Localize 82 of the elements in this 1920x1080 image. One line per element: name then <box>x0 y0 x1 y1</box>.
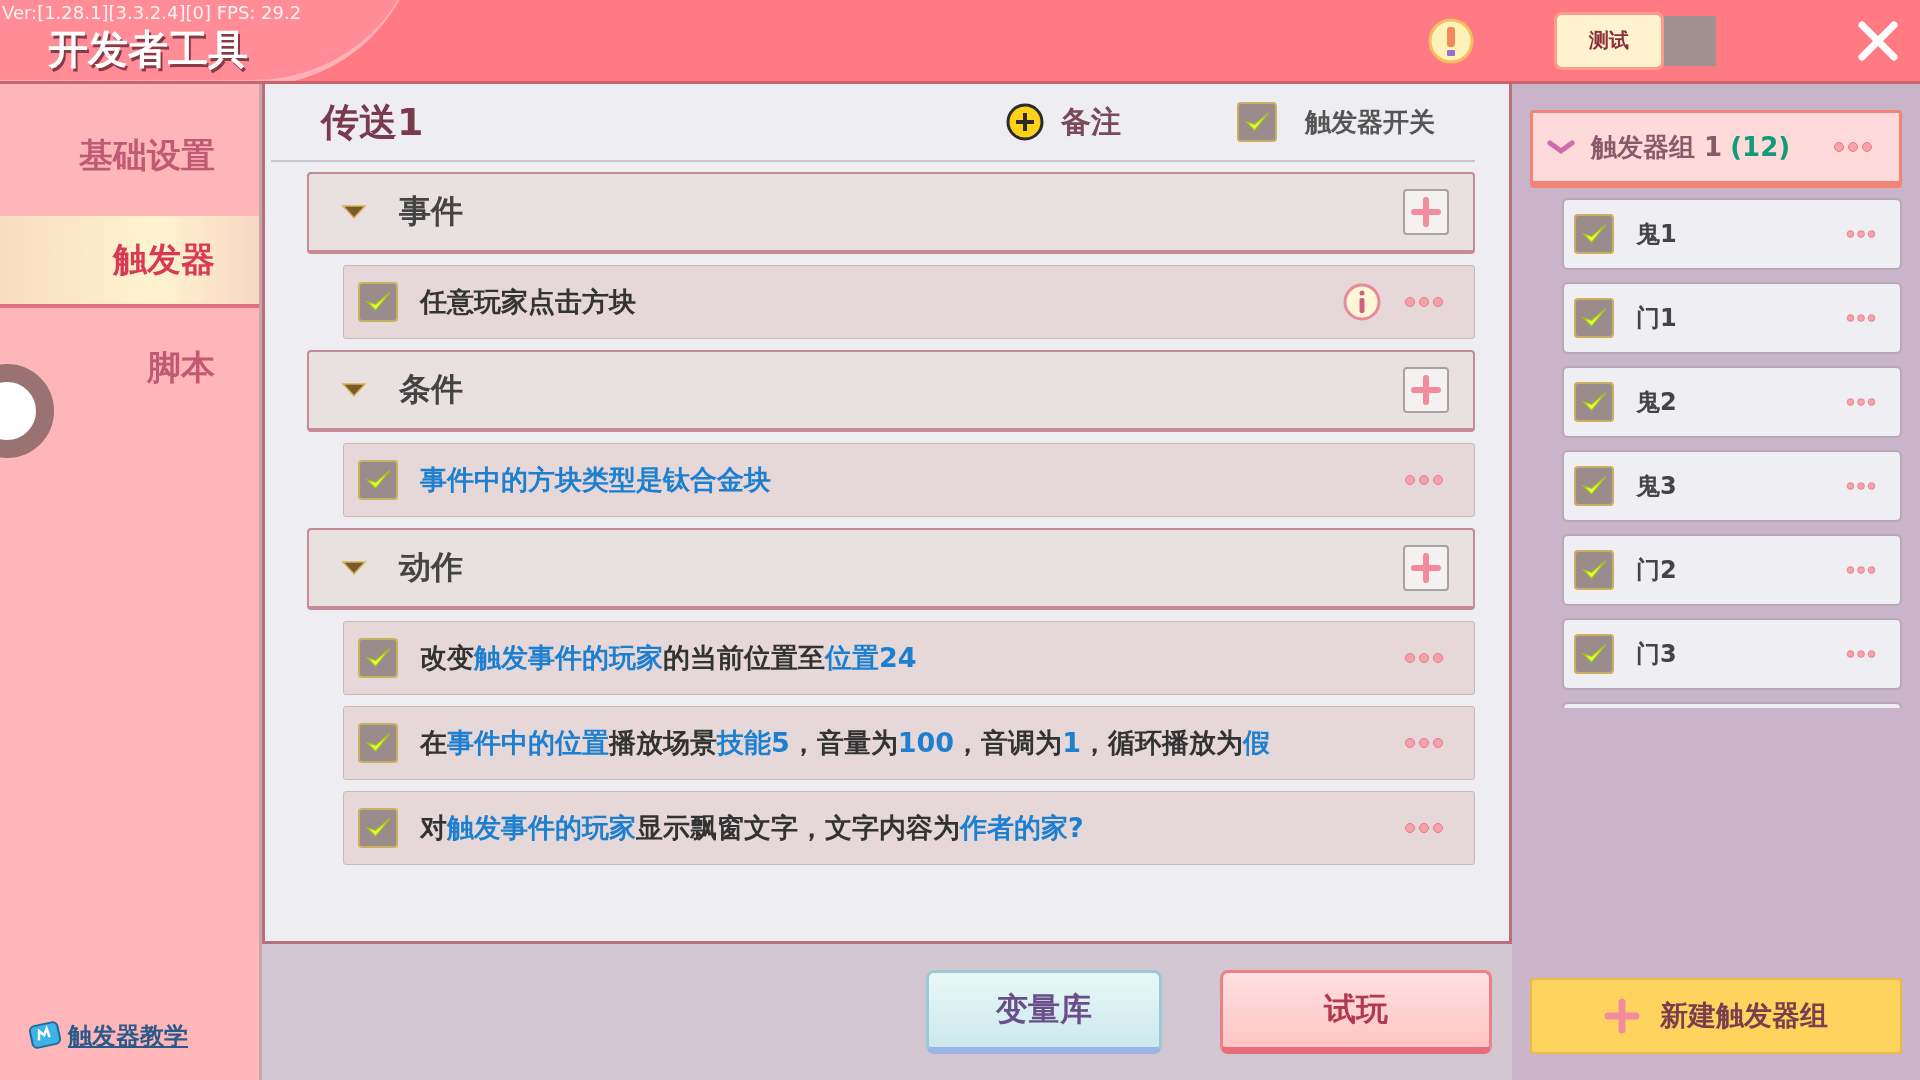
trigger-name: 鬼1 <box>1636 219 1678 250</box>
checkbox[interactable] <box>1574 382 1614 422</box>
add-button[interactable] <box>1403 367 1449 413</box>
trigger-name: 门2 <box>1636 555 1678 586</box>
book-icon <box>28 1021 62 1051</box>
more-icon[interactable] <box>1846 564 1876 576</box>
rule-row[interactable]: 在事件中的位置播放场景技能5，音量为100，音调为1，循环播放为假 <box>343 706 1475 780</box>
section-title: 条件 <box>399 369 463 410</box>
caret-icon <box>341 203 367 221</box>
trigger-item[interactable]: 门1 <box>1562 282 1902 354</box>
more-icon[interactable] <box>1846 396 1876 408</box>
trigger-item[interactable]: 鬼3 <box>1562 450 1902 522</box>
trigger-item[interactable]: 门3 <box>1562 618 1902 690</box>
checkbox[interactable] <box>358 282 398 322</box>
section-header[interactable]: 事件 <box>307 172 1475 254</box>
test-button[interactable]: 测试 <box>1554 11 1664 70</box>
add-icon <box>1005 102 1045 142</box>
checkbox[interactable] <box>1574 550 1614 590</box>
sidebar-tab[interactable]: 触发器 <box>0 216 259 308</box>
add-button[interactable] <box>1403 545 1449 591</box>
checkbox[interactable] <box>1574 466 1614 506</box>
tutorial-link[interactable]: 触发器教学 <box>68 1020 188 1052</box>
toggle-block[interactable] <box>1664 15 1716 66</box>
section-title: 事件 <box>399 191 463 232</box>
checkbox[interactable] <box>358 723 398 763</box>
more-icon[interactable] <box>1404 737 1444 749</box>
more-icon[interactable] <box>1404 652 1444 664</box>
rule-text: 事件中的方块类型是钛合金块 <box>420 463 772 497</box>
trigger-title: 传送1 <box>321 98 424 146</box>
section-header[interactable]: 动作 <box>307 528 1475 610</box>
more-icon[interactable] <box>1404 822 1444 834</box>
rule-row[interactable]: 对触发事件的玩家显示飘窗文字，文字内容为作者的家? <box>343 791 1475 865</box>
more-icon[interactable] <box>1404 474 1444 486</box>
checkbox[interactable] <box>1574 214 1614 254</box>
trigger-name: 门1 <box>1636 303 1678 334</box>
variable-library-button[interactable]: 变量库 <box>926 970 1162 1054</box>
add-button[interactable] <box>1403 189 1449 235</box>
more-icon[interactable] <box>1833 141 1873 153</box>
warning-icon[interactable] <box>1428 17 1474 64</box>
more-icon[interactable] <box>1846 228 1876 240</box>
section-header[interactable]: 条件 <box>307 350 1475 432</box>
rule-text: 任意玩家点击方块 <box>420 285 637 319</box>
trigger-item[interactable]: 门2 <box>1562 534 1902 606</box>
rule-text: 对触发事件的玩家显示飘窗文字，文字内容为作者的家? <box>420 811 1085 845</box>
plus-icon <box>1411 375 1441 405</box>
plus-icon <box>1411 553 1441 583</box>
checkbox[interactable] <box>1574 298 1614 338</box>
trigger-item[interactable]: 鬼1 <box>1562 198 1902 270</box>
window-title: 开发者工具 <box>48 25 248 74</box>
group-header[interactable]: 触发器组 1 (12) <box>1530 110 1902 188</box>
chevron-icon <box>1547 138 1575 156</box>
note-button[interactable]: 备注 <box>999 100 1127 144</box>
section-title: 动作 <box>399 547 463 588</box>
more-icon[interactable] <box>1846 312 1876 324</box>
rule-row[interactable]: 任意玩家点击方块 <box>343 265 1475 339</box>
close-icon[interactable] <box>1856 18 1900 63</box>
caret-icon <box>341 559 367 577</box>
switch-label: 触发器开关 <box>1305 105 1435 139</box>
plus-icon <box>1604 998 1640 1034</box>
caret-icon <box>341 381 367 399</box>
rule-text: 在事件中的位置播放场景技能5，音量为100，音调为1，循环播放为假 <box>420 726 1271 760</box>
checkbox[interactable] <box>358 638 398 678</box>
info-icon[interactable] <box>1342 282 1382 322</box>
checkbox[interactable] <box>1237 102 1277 142</box>
new-group-button[interactable]: 新建触发器组 <box>1530 978 1902 1054</box>
checkbox[interactable] <box>358 460 398 500</box>
trigger-name: 门3 <box>1636 639 1678 670</box>
trigger-item[interactable]: 鬼2 <box>1562 366 1902 438</box>
group-count: (12) <box>1730 132 1791 162</box>
trigger-name: 鬼2 <box>1636 387 1678 418</box>
checkbox[interactable] <box>358 808 398 848</box>
trigger-name: 鬼3 <box>1636 471 1678 502</box>
rule-text: 改变触发事件的玩家的当前位置至位置24 <box>420 641 918 675</box>
checkbox[interactable] <box>1574 634 1614 674</box>
rule-row[interactable]: 改变触发事件的玩家的当前位置至位置24 <box>343 621 1475 695</box>
more-icon[interactable] <box>1846 480 1876 492</box>
plus-icon <box>1411 197 1441 227</box>
group-name: 触发器组 1 <box>1591 130 1723 164</box>
version-text: Ver:[1.28.1][3.3.2.4][0] FPS: 29.2 <box>2 2 302 23</box>
play-test-button[interactable]: 试玩 <box>1220 970 1492 1054</box>
more-icon[interactable] <box>1846 648 1876 660</box>
more-icon[interactable] <box>1404 296 1444 308</box>
